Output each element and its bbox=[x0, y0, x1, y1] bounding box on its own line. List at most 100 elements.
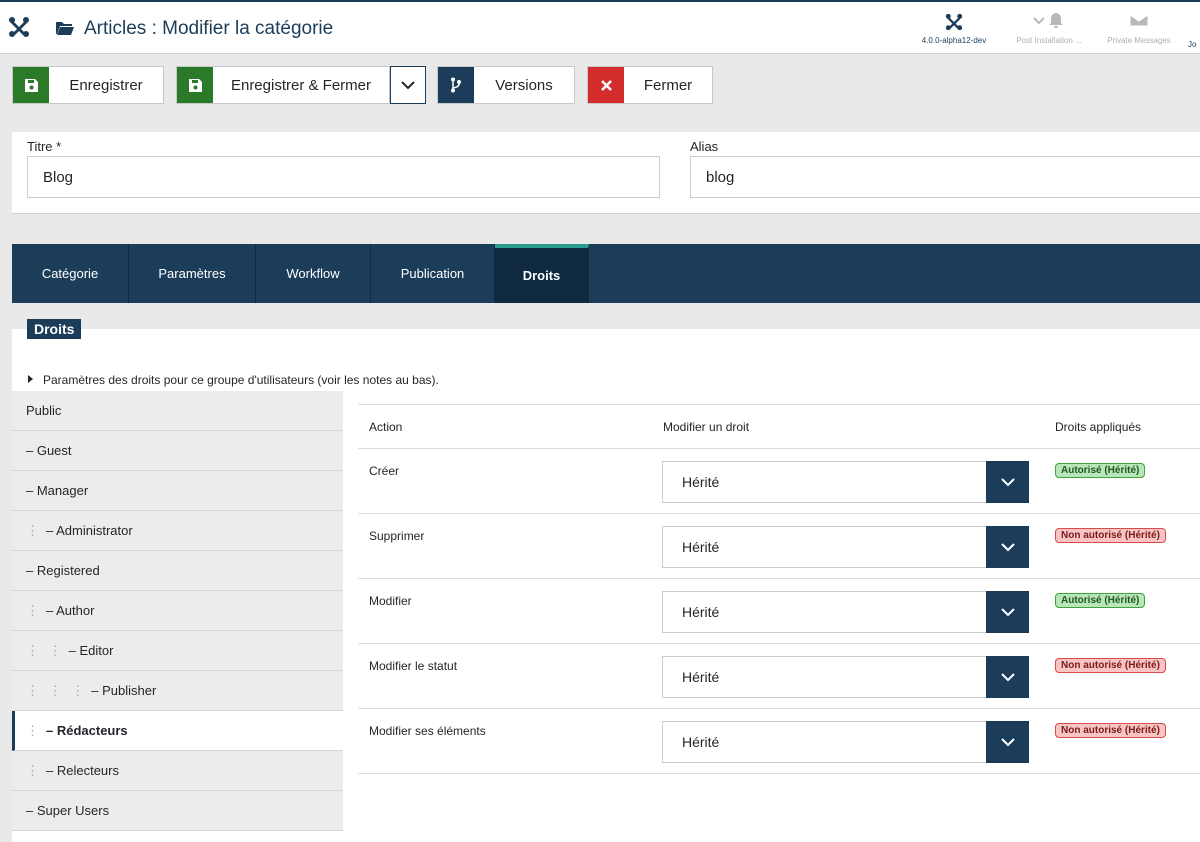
indent-dots: ⋮ bbox=[26, 762, 42, 778]
versions-button[interactable]: Versions bbox=[437, 66, 575, 104]
group-label: – Editor bbox=[68, 643, 114, 658]
permission-select[interactable]: Hérité bbox=[662, 461, 1029, 503]
group-label: – Publisher bbox=[91, 683, 157, 698]
save-icon bbox=[177, 67, 213, 103]
group-item-active[interactable]: ⋮ – Rédacteurs bbox=[12, 711, 343, 751]
page-title: Articles : Modifier la catégorie bbox=[84, 18, 334, 39]
permission-select[interactable]: Hérité bbox=[662, 721, 1029, 763]
group-item[interactable]: ⋮ ⋮ – Editor bbox=[12, 631, 343, 671]
permission-select-value: Hérité bbox=[682, 474, 720, 490]
permissions-summary-text: Paramètres des droits pour ce groupe d'u… bbox=[43, 373, 439, 387]
status-badge: Autorisé (Hérité) bbox=[1055, 463, 1146, 478]
user-group-list: Public – Guest – Manager ⋮ – Administrato… bbox=[12, 391, 343, 831]
close-label: Fermer bbox=[643, 76, 693, 94]
version-label: 4.0.0-alpha12-dev bbox=[921, 36, 987, 45]
permission-select-value: Hérité bbox=[682, 539, 720, 555]
group-label: – Relecteurs bbox=[46, 763, 119, 778]
chevron-down-icon[interactable] bbox=[986, 461, 1029, 503]
save-options-dropdown[interactable] bbox=[390, 66, 426, 104]
status-badge: Non autorisé (Hérité) bbox=[1055, 723, 1166, 738]
group-item[interactable]: Public bbox=[12, 391, 343, 431]
group-label: – Guest bbox=[26, 443, 72, 458]
version-link[interactable]: 4.0.0-alpha12-dev bbox=[914, 12, 994, 45]
user-label: Jo bbox=[1188, 40, 1197, 49]
save-icon bbox=[13, 67, 49, 103]
chevron-down-icon[interactable] bbox=[986, 721, 1029, 763]
tab-bar: Catégorie Paramètres Workflow Publicatio… bbox=[12, 244, 1200, 303]
table-row: Modifier le statut Hérité Non autorisé (… bbox=[358, 644, 1200, 709]
table-row: Modifier Hérité Autorisé (Hérité) bbox=[358, 579, 1200, 644]
action-name: Supprimer bbox=[369, 529, 425, 543]
post-installation-link[interactable]: Post Installation ... bbox=[1008, 12, 1090, 45]
close-button[interactable]: Fermer bbox=[587, 66, 713, 104]
status-badge: Non autorisé (Hérité) bbox=[1055, 528, 1166, 543]
section-badge: Droits bbox=[27, 319, 82, 339]
save-close-label: Enregistrer & Fermer bbox=[230, 76, 372, 94]
title-alias-card: Titre * Blog Alias blog bbox=[12, 132, 1200, 214]
branch-icon bbox=[438, 67, 474, 103]
action-name: Créer bbox=[369, 464, 400, 478]
group-item[interactable]: ⋮ – Administrator bbox=[12, 511, 343, 551]
group-item[interactable]: – Super Users bbox=[12, 791, 343, 831]
permission-select[interactable]: Hérité bbox=[662, 591, 1029, 633]
column-header-modify: Modifier un droit bbox=[663, 420, 750, 434]
status-badge: Autorisé (Hérité) bbox=[1055, 593, 1146, 608]
action-name: Modifier bbox=[369, 594, 412, 608]
group-item[interactable]: – Guest bbox=[12, 431, 343, 471]
group-label: Public bbox=[26, 403, 62, 418]
group-item[interactable]: – Registered bbox=[12, 551, 343, 591]
alias-input[interactable]: blog bbox=[690, 156, 1200, 198]
action-name: Modifier le statut bbox=[369, 659, 458, 673]
envelope-icon bbox=[1100, 12, 1178, 32]
indent-dots: ⋮ bbox=[26, 722, 42, 738]
group-item[interactable]: ⋮ – Relecteurs bbox=[12, 751, 343, 791]
group-item[interactable]: ⋮ – Author bbox=[12, 591, 343, 631]
tab-publication[interactable]: Publication bbox=[371, 244, 495, 303]
title-label: Titre * bbox=[27, 139, 62, 154]
tab-permissions[interactable]: Droits bbox=[495, 244, 589, 303]
private-messages-link[interactable]: Private Messages bbox=[1100, 12, 1178, 45]
save-close-button[interactable]: Enregistrer & Fermer bbox=[176, 66, 390, 104]
tab-workflow[interactable]: Workflow bbox=[256, 244, 371, 303]
title-input[interactable]: Blog bbox=[27, 156, 660, 198]
table-row: Supprimer Hérité Non autorisé (Hérité) bbox=[358, 514, 1200, 579]
column-header-action: Action bbox=[369, 420, 403, 434]
chevron-down-icon[interactable] bbox=[986, 591, 1029, 633]
column-header-applied: Droits appliqués bbox=[1055, 420, 1142, 434]
permission-select[interactable]: Hérité bbox=[662, 656, 1029, 698]
group-item[interactable]: ⋮ ⋮ ⋮ – Publisher bbox=[12, 671, 343, 711]
group-item[interactable]: – Manager bbox=[12, 471, 343, 511]
permission-select-value: Hérité bbox=[682, 669, 720, 685]
group-label: – Manager bbox=[26, 483, 89, 498]
joomla-logo-icon[interactable] bbox=[8, 16, 30, 38]
chevron-down-icon[interactable] bbox=[986, 526, 1029, 568]
action-name: Modifier ses éléments bbox=[369, 724, 486, 738]
permissions-table: Action Modifier un droit Droits appliqué… bbox=[358, 404, 1200, 774]
status-badge: Non autorisé (Hérité) bbox=[1055, 658, 1166, 673]
indent-dots: ⋮ bbox=[26, 522, 42, 538]
indent-dots: ⋮ bbox=[26, 602, 42, 618]
close-icon bbox=[588, 67, 624, 103]
alias-label: Alias bbox=[690, 139, 719, 154]
permissions-summary-toggle[interactable]: Paramètres des droits pour ce groupe d'u… bbox=[28, 373, 439, 387]
top-header: Articles : Modifier la catégorie 4.0.0-a… bbox=[0, 0, 1200, 54]
indent-dots: ⋮ ⋮ bbox=[26, 642, 65, 658]
group-label: – Rédacteurs bbox=[46, 723, 128, 738]
group-label: – Author bbox=[46, 603, 95, 618]
chevron-down-icon[interactable] bbox=[986, 656, 1029, 698]
table-row: Créer Hérité Autorisé (Hérité) bbox=[358, 449, 1200, 514]
permission-select-value: Hérité bbox=[682, 604, 720, 620]
permissions-panel: Droits Paramètres des droits pour ce gro… bbox=[12, 303, 1200, 842]
user-menu[interactable]: Jo bbox=[1188, 40, 1200, 49]
folder-open-icon bbox=[56, 22, 74, 35]
versions-label: Versions bbox=[495, 76, 553, 94]
tab-parameters[interactable]: Paramètres bbox=[129, 244, 256, 303]
group-label: – Super Users bbox=[26, 803, 110, 818]
content-band bbox=[12, 303, 1200, 329]
save-button[interactable]: Enregistrer bbox=[12, 66, 164, 104]
group-label: – Administrator bbox=[46, 523, 133, 538]
private-messages-label: Private Messages bbox=[1107, 36, 1171, 45]
indent-dots: ⋮ ⋮ ⋮ bbox=[26, 682, 88, 698]
permission-select[interactable]: Hérité bbox=[662, 526, 1029, 568]
tab-category[interactable]: Catégorie bbox=[12, 244, 129, 303]
